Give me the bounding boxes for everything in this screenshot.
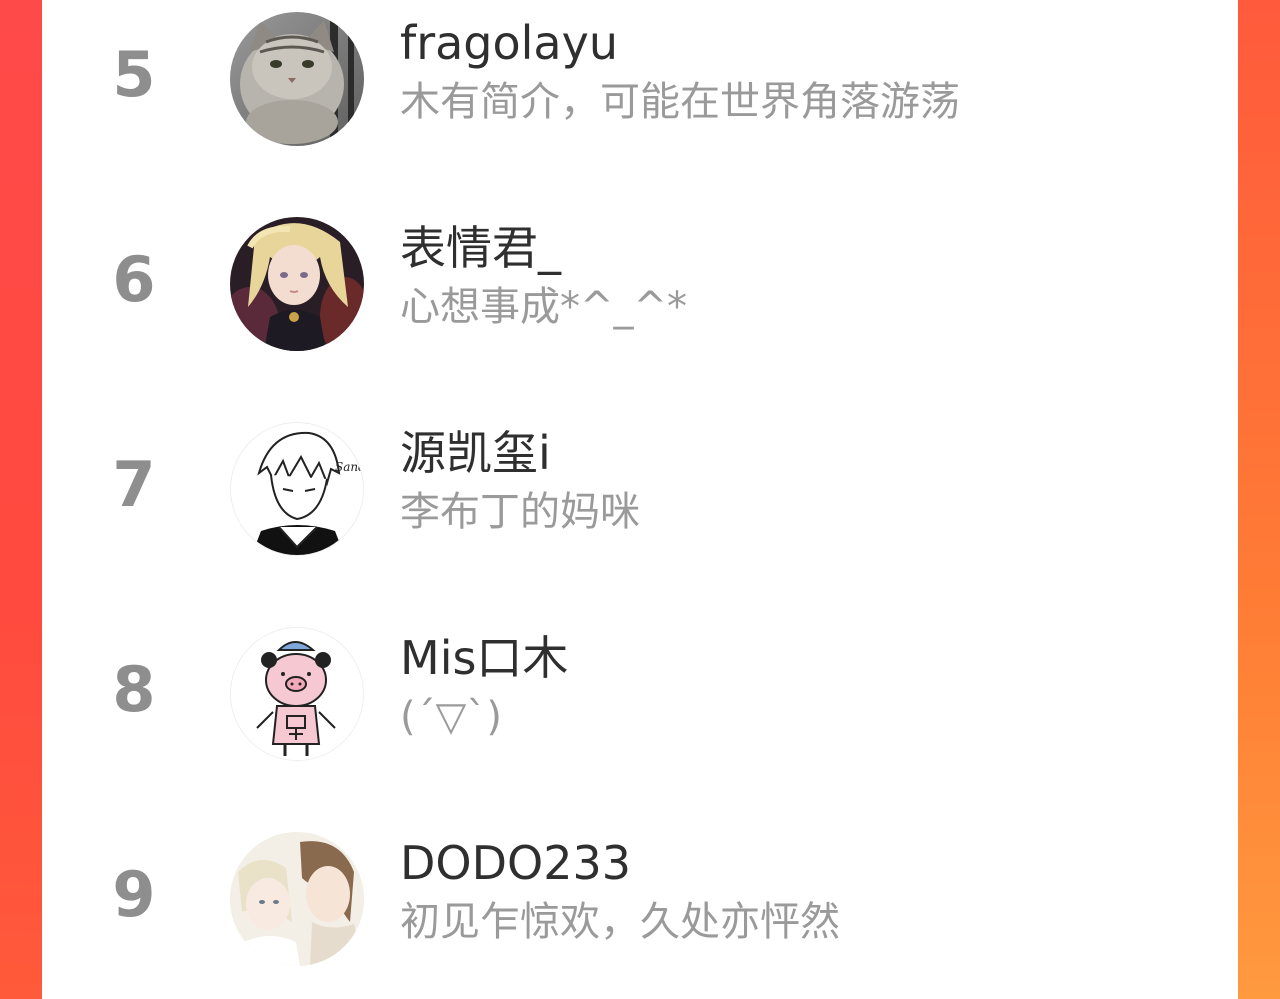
avatar[interactable] <box>230 217 364 351</box>
avatar[interactable] <box>230 832 364 966</box>
background-left-accent <box>0 0 42 999</box>
user-name[interactable]: 表情君_ <box>400 223 561 274</box>
anime-girl-avatar-icon <box>230 217 364 351</box>
sketch-boy-avatar-icon: Sand <box>231 423 364 555</box>
user-bio: 心想事成*^_^* <box>400 284 688 330</box>
user-name[interactable]: fragolayu <box>400 18 618 69</box>
list-item[interactable]: 9 DODO233 初见乍惊欢，久处亦怦然 <box>42 820 1238 999</box>
user-name[interactable]: DODO233 <box>400 838 631 889</box>
user-name[interactable]: Mis口木 <box>400 633 568 684</box>
ranking-list-card: 5 fragolayu 木有简介，可能在世界角落游荡 6 表情君_ 心想事成*^… <box>42 0 1238 999</box>
anime-couple-avatar-icon <box>230 832 364 966</box>
avatar[interactable]: Sand <box>230 422 364 556</box>
background-right-accent <box>1238 0 1280 999</box>
user-bio: 初见乍惊欢，久处亦怦然 <box>400 899 840 945</box>
user-name[interactable]: 源凯玺i <box>400 428 551 479</box>
rank-number: 5 <box>112 38 156 111</box>
list-item[interactable]: 8 Mis口木 (´▽`) <box>42 615 1238 820</box>
user-bio: 木有简介，可能在世界角落游荡 <box>400 79 960 125</box>
rank-number: 9 <box>112 858 156 931</box>
list-item[interactable]: 7 Sand 源凯玺i 李布丁的妈咪 <box>42 410 1238 615</box>
user-bio: (´▽`) <box>400 694 502 740</box>
rank-number: 8 <box>112 653 156 726</box>
user-bio: 李布丁的妈咪 <box>400 489 640 535</box>
svg-text:Sand: Sand <box>335 460 364 474</box>
avatar[interactable] <box>230 12 364 146</box>
avatar[interactable] <box>230 627 364 761</box>
pig-doodle-avatar-icon <box>231 628 363 760</box>
rank-number: 6 <box>112 243 156 316</box>
list-item[interactable]: 6 表情君_ 心想事成*^_^* <box>42 205 1238 410</box>
page: 5 fragolayu 木有简介，可能在世界角落游荡 6 表情君_ 心想事成*^… <box>0 0 1280 999</box>
cat-photo-avatar-icon <box>230 12 364 146</box>
list-item[interactable]: 5 fragolayu 木有简介，可能在世界角落游荡 <box>42 0 1238 205</box>
rank-number: 7 <box>112 448 156 521</box>
